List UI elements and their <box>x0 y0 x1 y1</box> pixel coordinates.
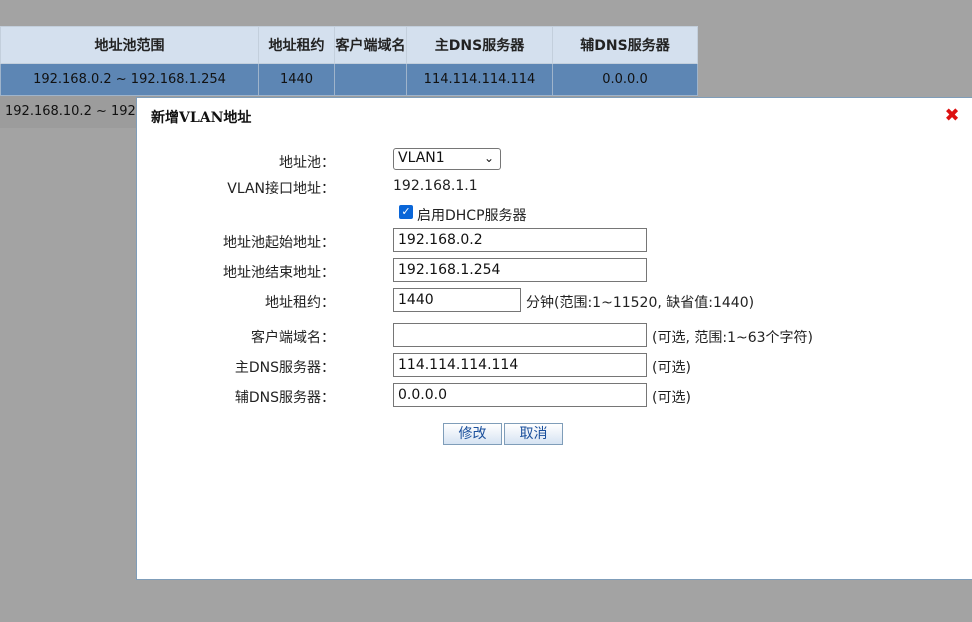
domain-row: 客户端域名： (可选, 范围:1~63个字符) <box>137 323 972 349</box>
table-header-row: 地址池范围 地址租约 客户端域名 主DNS服务器 辅DNS服务器 <box>0 26 698 64</box>
col-header-range[interactable]: 地址池范围 <box>0 26 259 64</box>
cell-range: 192.168.0.2 ~ 192.168.1.254 <box>0 63 259 96</box>
close-x-icon[interactable]: ✖ <box>943 107 961 125</box>
cell-dns2: 0.0.0.0 <box>552 63 698 96</box>
domain-hint: (可选, 范围:1~63个字符) <box>652 330 813 346</box>
cancel-button[interactable]: 取消 <box>504 423 563 445</box>
start-address-input[interactable] <box>393 228 647 252</box>
lease-input[interactable] <box>393 288 521 312</box>
pool-select[interactable]: VLAN1 ⌄ <box>393 148 501 170</box>
chevron-down-icon: ⌄ <box>483 151 494 165</box>
dialog-title: 新增VLAN地址 <box>151 110 252 126</box>
pool-row: 地址池： VLAN1 ⌄ <box>137 148 972 174</box>
col-header-lease[interactable]: 地址租约 <box>258 26 335 64</box>
pool-selected-value: VLAN1 <box>398 150 445 166</box>
dhcp-label[interactable]: 启用DHCP服务器 <box>417 205 527 225</box>
end-address-input[interactable] <box>393 258 647 282</box>
button-row: 修改 取消 <box>137 423 972 449</box>
dns2-row: 辅DNS服务器： (可选) <box>137 383 972 409</box>
col-header-dns1[interactable]: 主DNS服务器 <box>406 26 553 64</box>
dns1-label: 主DNS服务器： <box>234 360 335 376</box>
modify-button[interactable]: 修改 <box>443 423 502 445</box>
lease-row: 地址租约： 分钟(范围:1~11520, 缺省值:1440) <box>137 288 972 314</box>
end-row: 地址池结束地址： <box>137 258 972 284</box>
start-row: 地址池起始地址： <box>137 228 972 254</box>
dns2-label: 辅DNS服务器： <box>234 390 335 406</box>
dns2-input[interactable] <box>393 383 647 407</box>
dns1-input[interactable] <box>393 353 647 377</box>
dns2-hint: (可选) <box>652 390 691 406</box>
dns1-row: 主DNS服务器： (可选) <box>137 353 972 379</box>
table-row[interactable]: 192.168.0.2 ~ 192.168.1.254 1440 114.114… <box>0 63 698 96</box>
domain-input[interactable] <box>393 323 647 347</box>
dns1-hint: (可选) <box>652 360 691 376</box>
vlan-ip-row: VLAN接口地址： 192.168.1.1 <box>137 174 972 200</box>
lease-label: 地址租约： <box>265 295 335 311</box>
cell-lease: 1440 <box>258 63 335 96</box>
col-header-domain[interactable]: 客户端域名 <box>334 26 407 64</box>
dhcp-row: ✓ 启用DHCP服务器 <box>137 201 972 227</box>
vlan-ip-label: VLAN接口地址： <box>227 181 335 197</box>
start-label: 地址池起始地址： <box>223 235 335 251</box>
pool-label: 地址池： <box>279 155 335 171</box>
end-label: 地址池结束地址： <box>223 265 335 281</box>
col-header-dns2[interactable]: 辅DNS服务器 <box>552 26 698 64</box>
vlan-ip-value: 192.168.1.1 <box>393 178 478 194</box>
cell-dns1: 114.114.114.114 <box>406 63 553 96</box>
cell-domain <box>334 63 407 96</box>
domain-label: 客户端域名： <box>251 330 335 346</box>
lease-hint: 分钟(范围:1~11520, 缺省值:1440) <box>526 295 755 311</box>
dhcp-checkbox[interactable]: ✓ <box>399 205 413 219</box>
add-vlan-dialog: 新增VLAN地址 ✖ 地址池： VLAN1 ⌄ VLAN接口地址： 192.16… <box>136 97 972 580</box>
